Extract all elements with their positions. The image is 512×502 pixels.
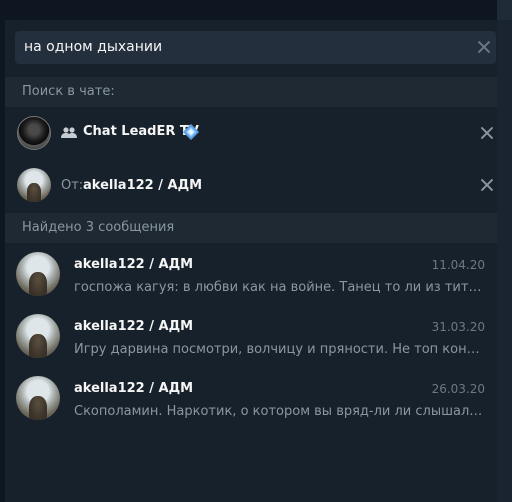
diamond-icon [183,124,199,140]
author-avatar [16,376,60,420]
chat-filter-row[interactable]: Chat LeadER TV [5,107,497,158]
message-author: akella122 / АДМ [74,319,194,334]
message-snippet: госпожа кагуя: в любви как на войне. Тан… [74,280,486,295]
search-input[interactable] [24,31,464,64]
message-date: 11.04.20 [431,258,485,272]
search-in-chat-header: Поиск в чате: [5,77,497,107]
user-avatar [17,168,51,202]
message-author: akella122 / АДМ [74,257,194,272]
group-icon [61,127,77,138]
results-count-label: Найдено 3 сообщения [22,220,175,235]
message-author: akella122 / АДМ [74,381,194,396]
search-box [15,31,496,64]
results-header: Найдено 3 сообщения [5,213,497,243]
author-avatar [16,252,60,296]
author-avatar [16,314,60,358]
search-in-chat-label: Поиск в чате: [22,84,115,99]
message-result[interactable]: akella122 / АДМ 31.03.20 Игру дарвина по… [5,305,497,367]
message-date: 31.03.20 [431,320,485,334]
remove-from-filter-icon[interactable] [480,178,494,192]
message-result[interactable]: akella122 / АДМ 11.04.20 госпожа кагуя: … [5,243,497,305]
clear-search-icon[interactable] [477,40,491,54]
from-prefix: От: [61,178,84,193]
search-panel: Поиск в чате: Chat LeadER TV От: akella1… [5,20,497,502]
top-bar-right [497,0,512,20]
top-bar [0,0,512,20]
message-snippet: Игру дарвина посмотри, волчицу и пряност… [74,342,486,357]
message-date: 26.03.20 [431,382,485,396]
chat-avatar [17,116,51,150]
right-panel-edge [497,20,512,502]
message-result[interactable]: akella122 / АДМ 26.03.20 Скополамин. Нар… [5,367,497,429]
from-user-name: akella122 / АДМ [83,178,203,193]
remove-chat-filter-icon[interactable] [480,126,494,140]
from-filter-row[interactable]: От: akella122 / АДМ [5,160,497,211]
chat-filter-name: Chat LeadER TV [83,124,199,139]
message-snippet: Скополамин. Наркотик, о котором вы вряд-… [74,404,486,419]
